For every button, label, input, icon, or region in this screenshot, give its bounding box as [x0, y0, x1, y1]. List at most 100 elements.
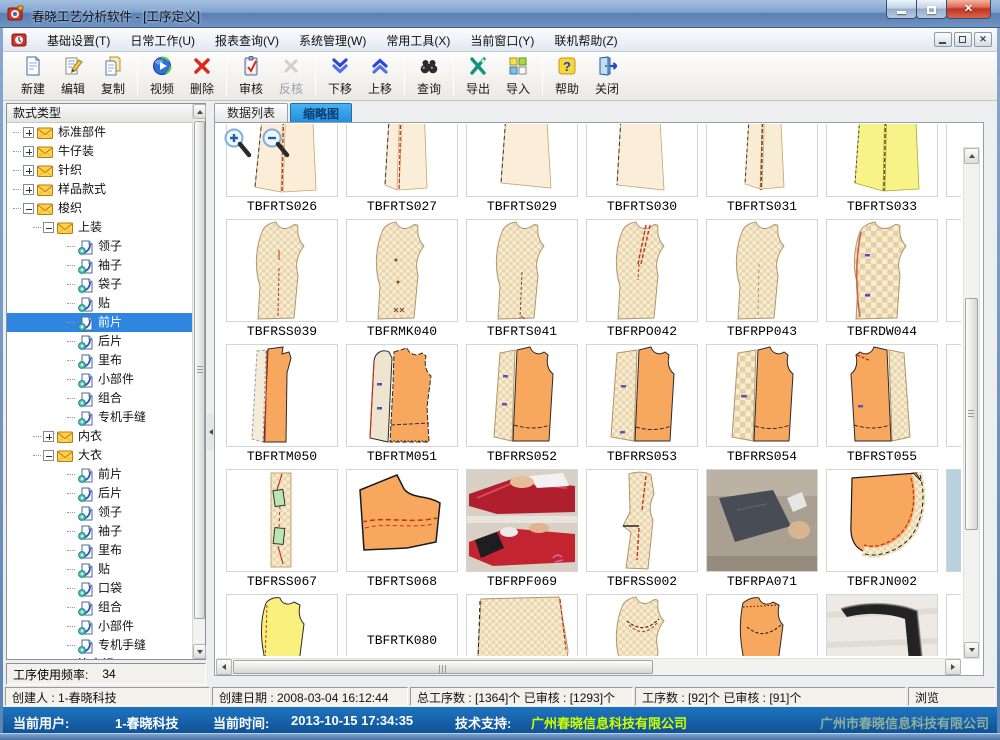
toolbar-button-delete[interactable]: 删除: [182, 54, 222, 98]
tree-scrollbar[interactable]: [192, 104, 205, 659]
grid-cell[interactable]: TBFRSS002: [586, 469, 698, 594]
expand-toggle[interactable]: [43, 222, 54, 233]
menu-item[interactable]: 当前窗口(Y): [460, 28, 544, 53]
v-scrollbar-thumb[interactable]: [965, 298, 978, 530]
grid-cell[interactable]: TBFRTS033: [826, 124, 938, 219]
minimize-button[interactable]: [886, 0, 917, 19]
grid-cell[interactable]: [586, 594, 698, 656]
grid-cell[interactable]: [466, 594, 578, 656]
menu-item[interactable]: 报表查询(V): [205, 28, 289, 53]
toolbar-button-export[interactable]: 导出: [458, 54, 498, 98]
splitter[interactable]: [206, 103, 214, 660]
tree-item[interactable]: 连衣裙: [7, 655, 193, 659]
toolbar-button-import[interactable]: 导入: [498, 54, 538, 98]
grid-cell[interactable]: TBFRPA071: [706, 469, 818, 594]
tree-item[interactable]: 梭织: [7, 199, 193, 218]
maximize-button[interactable]: [916, 0, 947, 19]
tree-item[interactable]: 大衣: [7, 446, 193, 465]
tab-data-list[interactable]: 数据列表: [214, 103, 288, 122]
toolbar-button-move-down[interactable]: 下移: [320, 54, 360, 98]
toolbar-button-exit[interactable]: 关闭: [587, 54, 627, 98]
tree-item[interactable]: 里布: [7, 541, 193, 560]
tree-item[interactable]: 袋子: [7, 275, 193, 294]
tree-item[interactable]: 针织: [7, 161, 193, 180]
mdi-restore-button[interactable]: [954, 32, 972, 47]
tree-item[interactable]: 样品款式: [7, 180, 193, 199]
grid-cell[interactable]: TBFRTM051: [346, 344, 458, 469]
tree-item[interactable]: 贴: [7, 560, 193, 579]
grid-cell[interactable]: TBFRPF069: [466, 469, 578, 594]
expand-toggle[interactable]: [23, 165, 34, 176]
mdi-close-button[interactable]: ✕: [974, 32, 992, 47]
zoom-out-icon[interactable]: [261, 127, 291, 161]
toolbar-button-help[interactable]: ?帮助: [547, 54, 587, 98]
zoom-in-icon[interactable]: [223, 127, 253, 161]
tree-item[interactable]: 贴: [7, 294, 193, 313]
tree-item[interactable]: 标准部件: [7, 123, 193, 142]
grid-cell[interactable]: [946, 219, 961, 344]
grid-cell[interactable]: TBFRPP043: [706, 219, 818, 344]
tree-item[interactable]: 领子: [7, 503, 193, 522]
collapse-sidebar-button[interactable]: [207, 413, 214, 451]
tree-item[interactable]: 专机手缝: [7, 636, 193, 655]
tree-scrollbar-thumb[interactable]: [194, 121, 205, 619]
expand-toggle[interactable]: [23, 127, 34, 138]
expand-toggle[interactable]: [43, 431, 54, 442]
toolbar-button-edit[interactable]: 编辑: [53, 54, 93, 98]
grid-cell[interactable]: [946, 344, 961, 469]
grid-cell[interactable]: TBFRRS054: [706, 344, 818, 469]
menu-item[interactable]: 基础设置(T): [37, 28, 120, 53]
menu-item[interactable]: 常用工具(X): [376, 28, 460, 53]
tree-item[interactable]: 里布: [7, 351, 193, 370]
tree-item[interactable]: 领子: [7, 237, 193, 256]
tree-scroll-down-button[interactable]: [193, 644, 206, 659]
tree-item[interactable]: 内衣: [7, 427, 193, 446]
tab-thumbnails[interactable]: 缩略图: [290, 103, 352, 124]
h-scrollbar[interactable]: [216, 658, 961, 675]
scroll-right-button[interactable]: [945, 659, 961, 675]
tree-item[interactable]: 小部件: [7, 370, 193, 389]
tree-item[interactable]: 前片: [7, 313, 193, 332]
grid-cell[interactable]: TBFRRS053: [586, 344, 698, 469]
grid-cell[interactable]: [946, 469, 961, 594]
tree-item[interactable]: 后片: [7, 484, 193, 503]
grid-cell[interactable]: TBFRSS067: [226, 469, 338, 594]
tree-item[interactable]: 专机手缝: [7, 408, 193, 427]
scroll-down-button[interactable]: [964, 642, 979, 658]
grid-cell[interactable]: [946, 124, 961, 219]
grid-cell[interactable]: TBFRTM050: [226, 344, 338, 469]
grid-cell[interactable]: TBFRJN002: [826, 469, 938, 594]
mdi-minimize-button[interactable]: [934, 32, 952, 47]
grid-cell[interactable]: TBFRTS027: [346, 124, 458, 219]
grid-cell[interactable]: TBFRTS029: [466, 124, 578, 219]
toolbar-button-audit[interactable]: 审核: [231, 54, 271, 98]
scroll-up-button[interactable]: [964, 148, 979, 164]
tree-scroll-up-button[interactable]: [193, 104, 206, 119]
scroll-left-button[interactable]: [216, 659, 232, 675]
tree-item[interactable]: 组合: [7, 389, 193, 408]
tree-item[interactable]: 小部件: [7, 617, 193, 636]
tree-item[interactable]: 后片: [7, 332, 193, 351]
grid-cell[interactable]: [706, 594, 818, 656]
toolbar-button-video[interactable]: 视频: [142, 54, 182, 98]
tree-item[interactable]: 口袋: [7, 579, 193, 598]
grid-cell[interactable]: TBFRTK080: [346, 594, 458, 656]
grid-cell[interactable]: [826, 594, 938, 656]
menu-item[interactable]: 系统管理(W): [289, 28, 376, 53]
grid-cell[interactable]: TBFRSS039: [226, 219, 338, 344]
menu-item[interactable]: 日常工作(U): [120, 28, 205, 53]
tree-item[interactable]: 袖子: [7, 522, 193, 541]
menu-item[interactable]: 联机帮助(Z): [544, 28, 627, 53]
toolbar-button-move-up[interactable]: 上移: [360, 54, 400, 98]
grid-cell[interactable]: TBFRRS052: [466, 344, 578, 469]
grid-cell[interactable]: TBFRTS031: [706, 124, 818, 219]
expand-toggle[interactable]: [23, 203, 34, 214]
toolbar-button-query[interactable]: 查询: [409, 54, 449, 98]
close-button[interactable]: ✕: [946, 0, 991, 19]
expand-toggle[interactable]: [23, 184, 34, 195]
expand-toggle[interactable]: [43, 450, 54, 461]
grid-cell[interactable]: TBFRDW044: [826, 219, 938, 344]
grid-cell[interactable]: [226, 594, 338, 656]
grid-cell[interactable]: TBFRTS030: [586, 124, 698, 219]
grid-cell[interactable]: TBFRTS041: [466, 219, 578, 344]
